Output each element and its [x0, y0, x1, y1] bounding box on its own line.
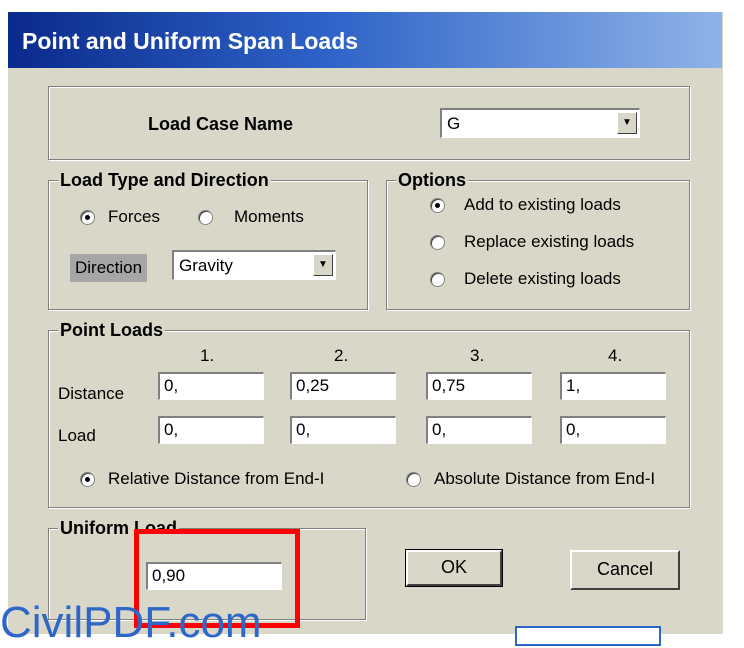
- forces-label: Forces: [108, 207, 160, 226]
- load-label: Load: [58, 426, 96, 445]
- load-type-group: [48, 180, 368, 310]
- add-existing-radio[interactable]: [430, 198, 445, 213]
- delete-existing-label: Delete existing loads: [464, 269, 621, 288]
- watermark-text: CivilPDF.com: [0, 598, 262, 647]
- ok-button[interactable]: OK: [405, 549, 503, 587]
- load-field-2[interactable]: 0,: [290, 416, 396, 444]
- distance-field-1[interactable]: 0,: [158, 372, 264, 400]
- load-case-select[interactable]: G ▼: [440, 108, 640, 138]
- column-header-4: 4.: [608, 346, 623, 365]
- load-case-value: G: [447, 114, 461, 133]
- forces-radio[interactable]: [80, 210, 95, 225]
- options-legend: Options: [396, 170, 468, 191]
- column-header-1: 1.: [200, 346, 215, 365]
- point-loads-legend: Point Loads: [58, 320, 165, 341]
- chevron-down-icon[interactable]: ▼: [313, 254, 333, 276]
- delete-existing-radio[interactable]: [430, 272, 445, 287]
- chevron-down-icon[interactable]: ▼: [617, 112, 637, 134]
- distance-field-4[interactable]: 1,: [560, 372, 666, 400]
- direction-value: Gravity: [179, 256, 233, 275]
- replace-existing-radio[interactable]: [430, 235, 445, 250]
- relative-distance-radio[interactable]: [80, 472, 95, 487]
- distance-field-2[interactable]: 0,25: [290, 372, 396, 400]
- distance-label: Distance: [58, 384, 125, 403]
- load-type-legend: Load Type and Direction: [58, 170, 271, 191]
- dialog-title: Point and Uniform Span Loads: [22, 28, 359, 54]
- load-field-3[interactable]: 0,: [426, 416, 532, 444]
- absolute-distance-label: Absolute Distance from End-I: [434, 469, 656, 488]
- dialog-titlebar[interactable]: Point and Uniform Span Loads: [8, 12, 722, 68]
- watermark-box: [515, 626, 661, 646]
- column-header-2: 2.: [334, 346, 349, 365]
- cancel-button[interactable]: Cancel: [570, 550, 680, 590]
- absolute-distance-radio[interactable]: [406, 472, 421, 487]
- distance-field-3[interactable]: 0,75: [426, 372, 532, 400]
- column-header-3: 3.: [470, 346, 485, 365]
- direction-label: Direction: [70, 254, 148, 282]
- relative-distance-label: Relative Distance from End-I: [108, 469, 325, 488]
- replace-existing-label: Replace existing loads: [464, 232, 635, 251]
- load-field-4[interactable]: 0,: [560, 416, 666, 444]
- moments-radio[interactable]: [198, 210, 213, 225]
- add-existing-label: Add to existing loads: [464, 195, 621, 214]
- load-field-1[interactable]: 0,: [158, 416, 264, 444]
- load-case-label: Load Case Name: [148, 114, 294, 134]
- moments-label: Moments: [234, 207, 304, 226]
- direction-select[interactable]: Gravity ▼: [172, 250, 336, 280]
